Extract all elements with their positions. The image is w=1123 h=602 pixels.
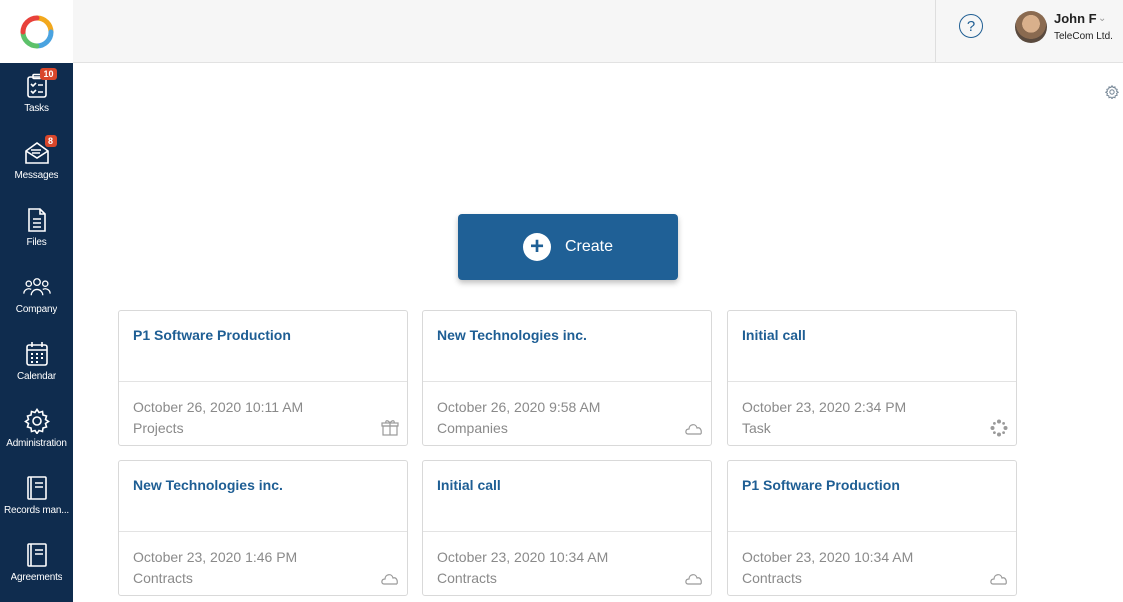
settings-gear-icon[interactable] [1105, 85, 1119, 99]
sidebar-item-label: Calendar [17, 371, 56, 382]
card-title: P1 Software Production [133, 327, 291, 343]
avatar[interactable] [1015, 11, 1047, 43]
plus-icon: + [522, 233, 551, 261]
tasks-badge: 10 [40, 68, 57, 80]
help-button[interactable]: ? [959, 14, 983, 38]
card-date: October 23, 2020 10:34 AM [742, 549, 914, 565]
sidebar-item-label: Company [15, 304, 58, 315]
card-type: Task [742, 420, 771, 436]
card-title: P1 Software Production [742, 477, 900, 493]
gear-icon [23, 408, 50, 434]
recent-item-card[interactable]: New Technologies inc. October 23, 2020 1… [118, 460, 408, 596]
cloud-icon [381, 574, 398, 585]
book-icon [26, 543, 47, 567]
messages-badge: 8 [44, 135, 57, 147]
sidebar-item-company[interactable]: Company [0, 264, 73, 331]
user-name[interactable]: John F [1054, 11, 1097, 26]
card-date: October 23, 2020 2:34 PM [742, 399, 907, 415]
cloud-icon [990, 574, 1007, 585]
card-type: Projects [133, 420, 184, 436]
sidebar-item-label: Records man... [3, 505, 69, 516]
card-title: New Technologies inc. [437, 327, 587, 343]
company-icon [22, 278, 51, 296]
card-type: Contracts [133, 570, 193, 586]
card-divider [119, 381, 407, 382]
sidebar-item-label: Administration [6, 438, 67, 449]
card-date: October 23, 2020 1:46 PM [133, 549, 298, 565]
calendar-icon [25, 342, 48, 366]
sidebar: 10 Tasks 8 Messages Files Company Calend… [0, 63, 73, 602]
recent-item-card[interactable]: P1 Software Production October 23, 2020 … [727, 460, 1017, 596]
sidebar-item-records-management[interactable]: Records man... [0, 465, 73, 532]
card-date: October 26, 2020 9:58 AM [437, 399, 601, 415]
sidebar-item-calendar[interactable]: Calendar [0, 331, 73, 398]
sidebar-item-administration[interactable]: Administration [0, 398, 73, 465]
header-divider [935, 0, 936, 62]
card-divider [423, 381, 711, 382]
box-icon [381, 420, 399, 436]
files-icon [27, 208, 46, 232]
create-button-label: Create [564, 238, 614, 255]
logo-icon [20, 15, 53, 48]
sidebar-item-label: Messages [14, 170, 59, 181]
card-divider [119, 531, 407, 532]
sidebar-item-messages[interactable]: 8 Messages [0, 130, 73, 197]
book-icon [26, 476, 47, 500]
card-title: Initial call [437, 477, 501, 493]
sidebar-item-label: Tasks [24, 103, 49, 114]
sidebar-item-tasks[interactable]: 10 Tasks [0, 63, 73, 130]
user-organization: TeleCom Ltd. [1054, 31, 1113, 42]
card-type: Companies [437, 420, 508, 436]
top-header: ? John F ⌄ TeleCom Ltd. [73, 0, 1123, 63]
chevron-down-icon[interactable]: ⌄ [1098, 13, 1106, 24]
card-divider [728, 381, 1016, 382]
card-date: October 26, 2020 10:11 AM [133, 399, 304, 415]
sidebar-item-files[interactable]: Files [0, 197, 73, 264]
card-divider [423, 531, 711, 532]
card-divider [728, 531, 1016, 532]
sidebar-item-label: Agreements [10, 572, 63, 583]
recent-item-card[interactable]: P1 Software Production October 26, 2020 … [118, 310, 408, 446]
card-title: Initial call [742, 327, 806, 343]
recent-item-card[interactable]: Initial call October 23, 2020 2:34 PM Ta… [727, 310, 1017, 446]
app-logo[interactable] [0, 0, 73, 63]
cloud-icon [685, 574, 702, 585]
recent-item-card[interactable]: Initial call October 23, 2020 10:34 AM C… [422, 460, 712, 596]
recent-item-card[interactable]: New Technologies inc. October 26, 2020 9… [422, 310, 712, 446]
create-button[interactable]: + Create [458, 214, 678, 280]
card-title: New Technologies inc. [133, 477, 283, 493]
card-type: Contracts [742, 570, 802, 586]
spinner-icon [990, 419, 1008, 437]
sidebar-item-label: Files [26, 237, 47, 248]
cloud-icon [685, 424, 702, 435]
card-type: Contracts [437, 570, 497, 586]
sidebar-item-agreements[interactable]: Agreements [0, 532, 73, 599]
card-date: October 23, 2020 10:34 AM [437, 549, 609, 565]
